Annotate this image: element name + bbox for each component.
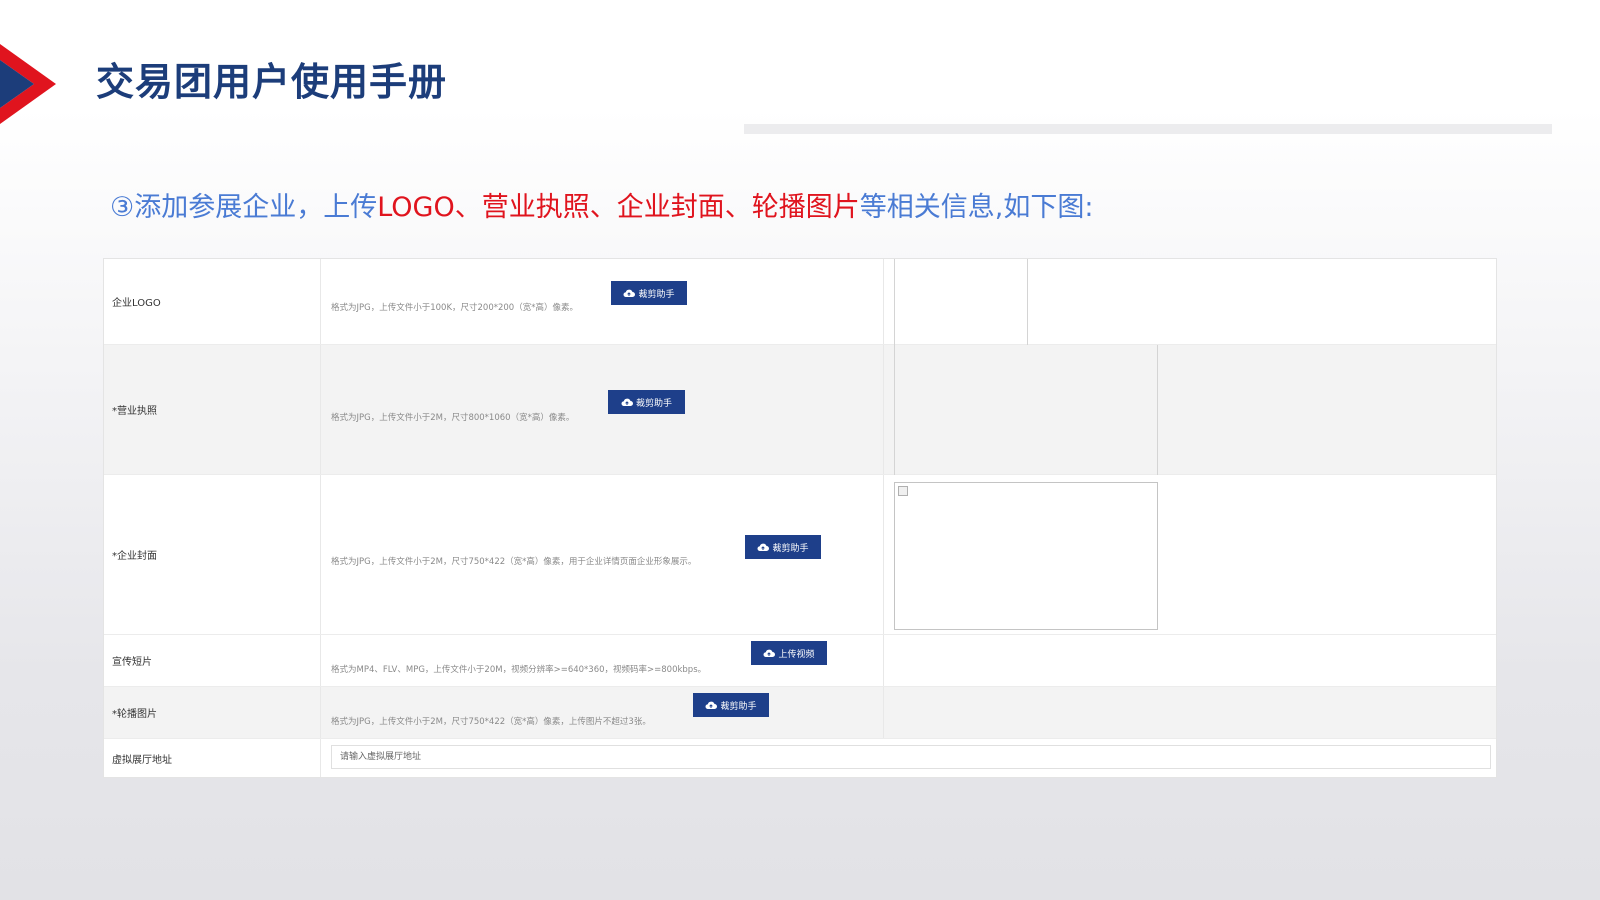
cover-preview xyxy=(894,482,1158,630)
form-row-carousel: *轮播图片 格式为JPG，上传文件小于2M，尺寸750*422（宽*高）像素，上… xyxy=(104,687,1496,739)
field-label: 虚拟展厅地址 xyxy=(104,739,321,777)
upload-cell: 格式为JPG，上传文件小于100K，尺寸200*200（宽*高）像素。 裁剪助手 xyxy=(321,259,884,344)
cloud-upload-icon xyxy=(757,543,770,552)
cloud-upload-icon xyxy=(623,289,636,298)
upload-hint: 格式为MP4、FLV、MPG，上传文件小于20M，视频分辨率>=640*360，… xyxy=(331,665,707,675)
upload-hint: 格式为JPG，上传文件小于2M，尺寸800*1060（宽*高）像素。 xyxy=(331,413,575,423)
crop-helper-button[interactable]: 裁剪助手 xyxy=(693,693,769,717)
page-title: 交易团用户使用手册 xyxy=(96,60,448,104)
field-label: *企业封面 xyxy=(104,475,321,634)
instruction-suffix: 等相关信息,如下图: xyxy=(859,192,1094,223)
step-instruction: ③添加参展企业，上传LOGO、营业执照、企业封面、轮播图片等相关信息,如下图: xyxy=(110,188,1093,228)
button-label: 裁剪助手 xyxy=(638,289,675,300)
form-row-virtual-hall: 虚拟展厅地址 xyxy=(104,739,1496,777)
upload-hint: 格式为JPG，上传文件小于2M，尺寸750*422（宽*高）像素，用于企业详情页… xyxy=(331,557,697,567)
cloud-upload-icon xyxy=(621,398,633,407)
form-row-logo: 企业LOGO 格式为JPG，上传文件小于100K，尺寸200*200（宽*高）像… xyxy=(104,259,1496,345)
field-label: *轮播图片 xyxy=(104,687,321,738)
button-label: 裁剪助手 xyxy=(772,543,809,554)
form-row-cover: *企业封面 格式为JPG，上传文件小于2M，尺寸750*422（宽*高）像素，用… xyxy=(104,475,1496,635)
cloud-upload-icon xyxy=(763,649,776,658)
instruction-prefix: ③添加参展企业，上传 xyxy=(110,192,378,223)
virtual-hall-url-input[interactable] xyxy=(331,745,1491,769)
button-label: 裁剪助手 xyxy=(635,398,672,409)
upload-hint: 格式为JPG，上传文件小于100K，尺寸200*200（宽*高）像素。 xyxy=(331,303,578,313)
crop-helper-button[interactable]: 裁剪助手 xyxy=(608,390,685,414)
brand-chevron-logo xyxy=(0,44,56,124)
instruction-highlight: LOGO、营业执照、企业封面、轮播图片 xyxy=(377,192,860,223)
header-divider xyxy=(744,124,1552,134)
crop-helper-button[interactable]: 裁剪助手 xyxy=(611,281,687,305)
field-label: *营业执照 xyxy=(104,345,321,474)
logo-preview xyxy=(894,259,1028,345)
form-row-business-license: *营业执照 格式为JPG，上传文件小于2M，尺寸800*1060（宽*高）像素。… xyxy=(104,345,1496,475)
upload-cell: 格式为JPG，上传文件小于2M，尺寸800*1060（宽*高）像素。 裁剪助手 xyxy=(321,345,884,474)
field-label: 宣传短片 xyxy=(104,635,321,686)
button-label: 上传视频 xyxy=(778,649,815,660)
broken-image-icon xyxy=(898,486,908,496)
upload-video-button[interactable]: 上传视频 xyxy=(751,641,827,665)
cloud-upload-icon xyxy=(705,701,718,710)
license-preview xyxy=(894,345,1158,475)
exhibitor-upload-form: 企业LOGO 格式为JPG，上传文件小于100K，尺寸200*200（宽*高）像… xyxy=(103,258,1497,778)
form-row-promo-video: 宣传短片 格式为MP4、FLV、MPG，上传文件小于20M，视频分辨率>=640… xyxy=(104,635,1496,687)
upload-hint: 格式为JPG，上传文件小于2M，尺寸750*422（宽*高）像素，上传图片不超过… xyxy=(331,717,651,727)
upload-cell: 格式为JPG，上传文件小于2M，尺寸750*422（宽*高）像素，用于企业详情页… xyxy=(321,475,884,634)
upload-cell: 格式为MP4、FLV、MPG，上传文件小于20M，视频分辨率>=640*360，… xyxy=(321,635,884,686)
button-label: 裁剪助手 xyxy=(720,701,757,712)
upload-cell: 格式为JPG，上传文件小于2M，尺寸750*422（宽*高）像素，上传图片不超过… xyxy=(321,687,884,738)
input-cell xyxy=(321,739,1496,777)
crop-helper-button[interactable]: 裁剪助手 xyxy=(745,535,821,559)
field-label: 企业LOGO xyxy=(104,259,321,344)
